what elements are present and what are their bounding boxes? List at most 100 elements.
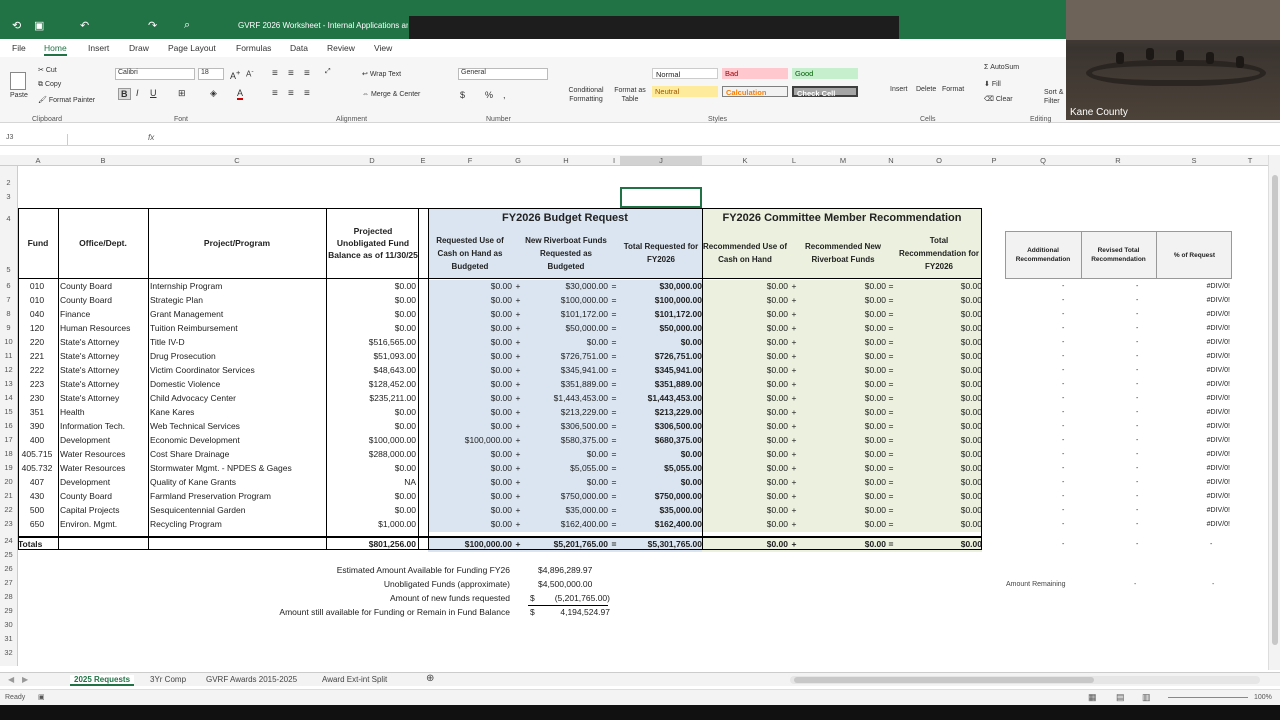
- align-middle-icon[interactable]: ≡: [288, 68, 294, 79]
- tab-file[interactable]: File: [12, 43, 26, 53]
- page-layout-icon[interactable]: ▤: [1116, 692, 1125, 703]
- row-header[interactable]: 12: [0, 365, 17, 374]
- align-left-icon[interactable]: ≡: [272, 88, 278, 99]
- percent-icon[interactable]: %: [485, 90, 493, 100]
- row-header[interactable]: 2: [0, 178, 17, 187]
- column-header[interactable]: I: [608, 156, 620, 165]
- merge-center-button[interactable]: ⇔ Merge & Center: [362, 91, 420, 98]
- paste-button[interactable]: [10, 72, 28, 90]
- row-header[interactable]: 32: [0, 648, 17, 657]
- row-header[interactable]: 16: [0, 421, 17, 430]
- currency-icon[interactable]: $: [460, 90, 465, 100]
- font-color-icon[interactable]: A: [237, 88, 244, 100]
- vertical-scroll-thumb[interactable]: [1272, 175, 1278, 645]
- selected-cell[interactable]: [620, 187, 702, 208]
- undo-icon[interactable]: ↶: [80, 19, 89, 32]
- horizontal-scroll-thumb[interactable]: [794, 677, 1094, 683]
- row-header[interactable]: 19: [0, 463, 17, 472]
- copy-button[interactable]: ⧉ Copy: [38, 81, 61, 89]
- prev-sheet-icon[interactable]: ◀: [8, 675, 14, 684]
- row-header[interactable]: 7: [0, 295, 17, 304]
- save-icon[interactable]: ▣: [34, 19, 44, 32]
- column-header[interactable]: D: [326, 156, 418, 165]
- row-header[interactable]: 21: [0, 491, 17, 500]
- row-header[interactable]: 13: [0, 379, 17, 388]
- zoom-slider[interactable]: [1168, 697, 1248, 698]
- row-header[interactable]: 29: [0, 606, 17, 615]
- row-header[interactable]: 22: [0, 505, 17, 514]
- worksheet-grid[interactable]: Fund Office/Dept. Project/Program Projec…: [18, 166, 1268, 666]
- column-header[interactable]: P: [982, 156, 1006, 165]
- fill-button[interactable]: ⬇ Fill: [984, 80, 1001, 88]
- row-header[interactable]: 25: [0, 550, 17, 559]
- style-check-cell[interactable]: Check Cell: [792, 86, 858, 98]
- tab-view[interactable]: View: [374, 43, 392, 53]
- row-header[interactable]: 30: [0, 620, 17, 629]
- format-cells-button[interactable]: Format: [942, 86, 964, 93]
- row-header[interactable]: 3: [0, 192, 17, 201]
- autosum-button[interactable]: Σ AutoSum: [984, 64, 1019, 71]
- column-header[interactable]: L: [788, 156, 800, 165]
- row-header[interactable]: 15: [0, 407, 17, 416]
- decrease-font-icon[interactable]: A-: [246, 68, 254, 79]
- style-bad[interactable]: Bad: [722, 68, 788, 79]
- format-painter-button[interactable]: 🖌 Format Painter: [38, 96, 95, 104]
- row-header[interactable]: 26: [0, 564, 17, 573]
- row-header[interactable]: 24: [0, 536, 17, 545]
- name-box[interactable]: J3: [6, 134, 68, 145]
- clear-button[interactable]: ⌫ Clear: [984, 95, 1013, 103]
- underline-button[interactable]: U: [150, 88, 157, 98]
- row-header[interactable]: 18: [0, 449, 17, 458]
- column-header[interactable]: T: [1232, 156, 1268, 165]
- row-header[interactable]: 20: [0, 477, 17, 486]
- macro-icon[interactable]: ▣: [38, 693, 45, 701]
- row-header[interactable]: 23: [0, 519, 17, 528]
- row-header[interactable]: 5: [0, 265, 17, 274]
- column-header[interactable]: K: [702, 156, 788, 165]
- conditional-formatting-button[interactable]: Conditional Formatting: [562, 86, 610, 104]
- vertical-scrollbar[interactable]: [1268, 155, 1280, 670]
- column-header[interactable]: R: [1080, 156, 1156, 165]
- normal-view-icon[interactable]: ▦: [1088, 692, 1097, 703]
- align-right-icon[interactable]: ≡: [304, 88, 310, 99]
- column-header[interactable]: J: [620, 156, 702, 165]
- align-bottom-icon[interactable]: ≡: [304, 68, 310, 79]
- row-header[interactable]: 9: [0, 323, 17, 332]
- sheet-tab-gvrf-awards[interactable]: GVRF Awards 2015-2025: [206, 675, 297, 684]
- redo-icon[interactable]: ↷: [148, 19, 157, 32]
- column-header[interactable]: N: [886, 156, 896, 165]
- sheet-tab-3yr-comp[interactable]: 3Yr Comp: [150, 675, 186, 684]
- style-good[interactable]: Good: [792, 68, 858, 79]
- row-header[interactable]: 31: [0, 634, 17, 643]
- font-name-select[interactable]: Calibri: [115, 68, 195, 80]
- row-header[interactable]: 4: [0, 214, 17, 223]
- align-top-icon[interactable]: ≡: [272, 68, 278, 79]
- horizontal-scrollbar[interactable]: [790, 676, 1260, 684]
- column-header[interactable]: A: [18, 156, 58, 165]
- column-header[interactable]: O: [896, 156, 982, 165]
- row-header[interactable]: 10: [0, 337, 17, 346]
- borders-icon[interactable]: ⊞: [178, 88, 186, 99]
- bold-button[interactable]: B: [118, 88, 131, 100]
- autosave-icon[interactable]: ⟲: [12, 19, 21, 32]
- style-normal[interactable]: Normal: [652, 68, 718, 79]
- increase-font-icon[interactable]: A+: [230, 68, 240, 81]
- row-header[interactable]: 11: [0, 351, 17, 360]
- next-sheet-icon[interactable]: ▶: [22, 675, 28, 684]
- page-break-icon[interactable]: ▥: [1142, 692, 1151, 703]
- row-header[interactable]: 6: [0, 281, 17, 290]
- column-header[interactable]: S: [1156, 156, 1232, 165]
- style-neutral[interactable]: Neutral: [652, 86, 718, 97]
- sheet-tab-2025-requests[interactable]: 2025 Requests: [70, 675, 135, 686]
- add-sheet-icon[interactable]: ⊕: [426, 673, 434, 684]
- sort-filter-button[interactable]: Sort & Filter: [1044, 88, 1066, 106]
- cut-button[interactable]: ✂ Cut: [38, 66, 57, 74]
- comma-icon[interactable]: ,: [503, 90, 506, 100]
- tab-formulas[interactable]: Formulas: [236, 43, 271, 53]
- column-header[interactable]: C: [148, 156, 326, 165]
- tab-home[interactable]: Home: [44, 43, 67, 56]
- row-header[interactable]: 27: [0, 578, 17, 587]
- fill-color-icon[interactable]: ◈: [210, 88, 217, 99]
- format-as-table-button[interactable]: Format as Table: [612, 86, 648, 104]
- row-header[interactable]: 14: [0, 393, 17, 402]
